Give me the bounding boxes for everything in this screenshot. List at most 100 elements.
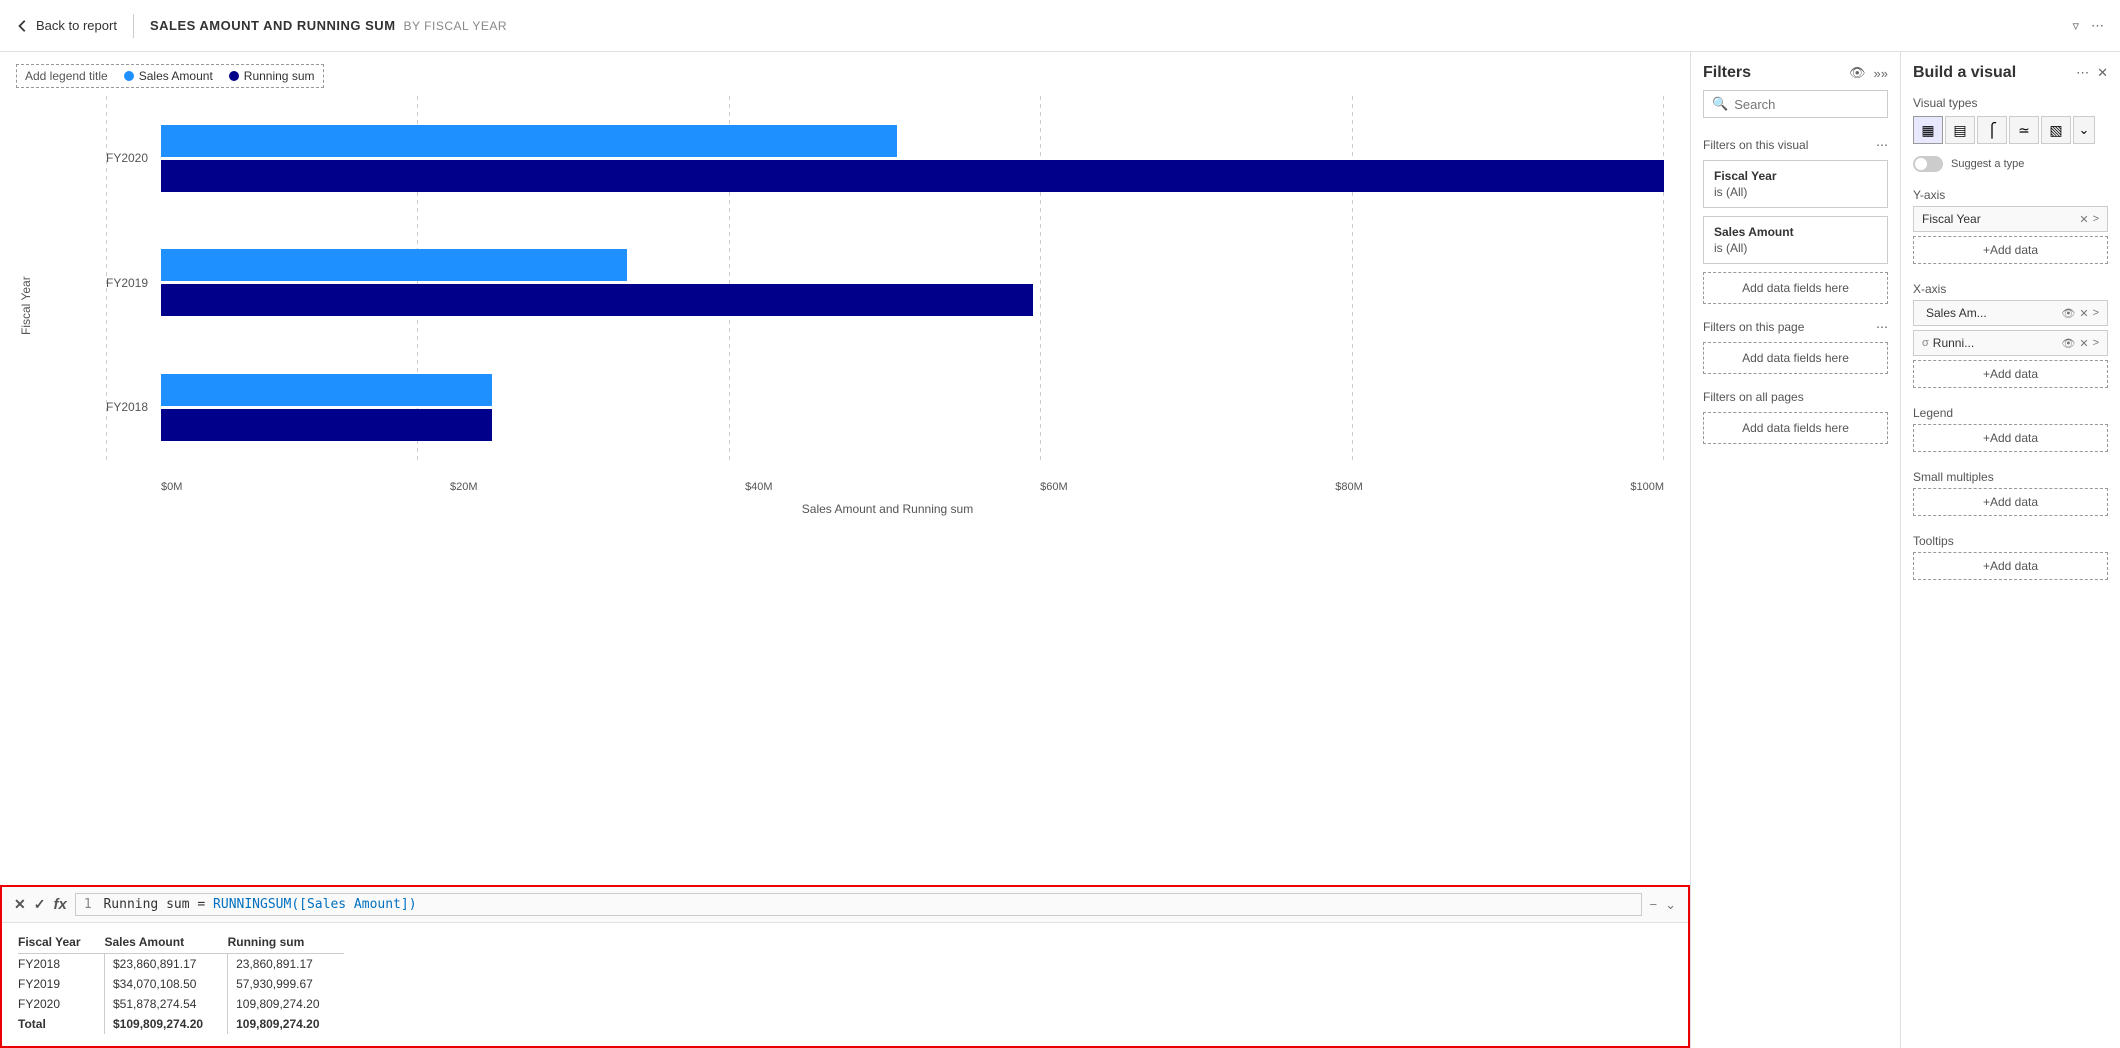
bar-group-fy2020: FY2020 bbox=[106, 103, 1664, 213]
field-expand-icon[interactable]: > bbox=[2093, 213, 2099, 226]
suggest-type-toggle[interactable] bbox=[1913, 156, 1943, 172]
small-multiples-label: Small multiples bbox=[1913, 470, 2108, 484]
y-axis-add-data-button[interactable]: +Add data bbox=[1913, 236, 2108, 264]
cell-running-fy2019: 57,930,999.67 bbox=[228, 974, 344, 994]
header-icons: ▿ ⋯ bbox=[2072, 18, 2104, 34]
x-axis-field-sales[interactable]: Sales Am... 👁 ✕ > bbox=[1913, 300, 2108, 326]
chart-area: Add legend title Sales Amount Running su… bbox=[0, 52, 1690, 1048]
expand-icon[interactable]: »» bbox=[1874, 66, 1888, 81]
x-axis-label: X-axis bbox=[1913, 282, 2108, 296]
filter-icon[interactable]: ▿ bbox=[2072, 18, 2079, 34]
confirm-formula-button[interactable]: ✓ bbox=[34, 896, 46, 913]
field-remove-icon-running[interactable]: ✕ bbox=[2079, 337, 2088, 350]
build-more-icon[interactable]: ⋯ bbox=[2076, 65, 2089, 81]
build-panel-header: Build a visual ⋯ ✕ bbox=[1901, 52, 2120, 90]
x-axis-add-data-button[interactable]: +Add data bbox=[1913, 360, 2108, 388]
filters-on-visual-more[interactable]: ⋯ bbox=[1876, 138, 1888, 152]
bar-group-fy2018: FY2018 bbox=[106, 352, 1664, 462]
filters-title: Filters bbox=[1703, 64, 1841, 82]
filter-card-sales-amount[interactable]: Sales Amount is (All) bbox=[1703, 216, 1888, 264]
visual-types-label: Visual types bbox=[1913, 96, 2108, 110]
cell-year-fy2020: FY2020 bbox=[18, 994, 105, 1014]
filter-value-fiscal-year: is (All) bbox=[1714, 185, 1877, 199]
bar-label-fy2020: FY2020 bbox=[106, 103, 161, 213]
filters-header: Filters 👁 »» bbox=[1691, 52, 1900, 90]
chart-inner: FY2020 FY2019 bbox=[36, 96, 1674, 516]
small-multiples-add-data-button[interactable]: +Add data bbox=[1913, 488, 2108, 516]
visual-type-combo[interactable]: ≃ bbox=[2009, 116, 2039, 144]
legend-add-data-button[interactable]: +Add data bbox=[1913, 424, 2108, 452]
add-all-filter-button[interactable]: Add data fields here bbox=[1703, 412, 1888, 444]
fx-icon: fx bbox=[53, 896, 66, 913]
build-panel: Build a visual ⋯ ✕ Visual types ▦ ▤ ⎧ ≃ … bbox=[1900, 52, 2120, 1048]
cell-sales-fy2020: $51,878,274.54 bbox=[105, 994, 228, 1014]
eye-icon[interactable]: 👁 bbox=[1849, 65, 1866, 81]
main-layout: Add legend title Sales Amount Running su… bbox=[0, 52, 2120, 1048]
legend-section-label: Legend bbox=[1913, 406, 2108, 420]
close-formula-button[interactable]: ✕ bbox=[14, 896, 26, 913]
chart-content: Add legend title Sales Amount Running su… bbox=[0, 52, 1690, 885]
formula-input[interactable]: 1 Running sum = RUNNINGSUM([Sales Amount… bbox=[75, 893, 1642, 916]
x-axis-field-running-name: Runni... bbox=[1933, 336, 2058, 350]
cell-running-fy2020: 109,809,274.20 bbox=[228, 994, 344, 1014]
cell-total-sales: $109,809,274.20 bbox=[105, 1014, 228, 1034]
formula-minimize-icon[interactable]: − bbox=[1650, 897, 1658, 912]
bar-running-fy2018 bbox=[161, 409, 492, 441]
field-expand-icon-running[interactable]: > bbox=[2093, 337, 2099, 350]
visual-type-bar-chart[interactable]: ▦ bbox=[1913, 116, 1943, 144]
cell-total-label: Total bbox=[18, 1014, 105, 1034]
field-eye-icon-sales[interactable]: 👁 bbox=[2061, 307, 2075, 320]
bar-sales-fy2018 bbox=[161, 374, 492, 406]
header-divider bbox=[133, 14, 134, 38]
search-box[interactable]: 🔍 bbox=[1703, 90, 1888, 118]
x-axis-field-running[interactable]: σ Runni... 👁 ✕ > bbox=[1913, 330, 2108, 356]
legend-section: Legend +Add data bbox=[1901, 400, 2120, 464]
bar-sales-fy2020 bbox=[161, 125, 897, 157]
add-visual-filter-button[interactable]: Add data fields here bbox=[1703, 272, 1888, 304]
add-page-filter-button[interactable]: Add data fields here bbox=[1703, 342, 1888, 374]
tooltips-add-data-button[interactable]: +Add data bbox=[1913, 552, 2108, 580]
bar-label-fy2019: FY2019 bbox=[106, 228, 161, 338]
search-input[interactable] bbox=[1734, 97, 1879, 112]
bars-fy2018 bbox=[161, 374, 1664, 441]
legend-dot-running bbox=[229, 71, 239, 81]
table-row: FY2020 $51,878,274.54 109,809,274.20 bbox=[18, 994, 344, 1014]
field-remove-icon[interactable]: ✕ bbox=[2079, 213, 2088, 226]
table-row: FY2018 $23,860,891.17 23,860,891.17 bbox=[18, 954, 344, 975]
y-axis-field-icons: ✕ > bbox=[2079, 213, 2099, 226]
x-tick-100: $100M bbox=[1630, 481, 1664, 493]
y-axis-label: Fiscal Year bbox=[16, 96, 36, 516]
chart-wrapper: Fiscal Year bbox=[16, 96, 1674, 516]
bars-fy2020 bbox=[161, 125, 1664, 192]
cell-year-fy2018: FY2018 bbox=[18, 954, 105, 975]
visual-type-column-chart[interactable]: ▤ bbox=[1945, 116, 1975, 144]
field-eye-icon-running[interactable]: 👁 bbox=[2061, 337, 2075, 350]
y-axis-field-fiscal-year[interactable]: Fiscal Year ✕ > bbox=[1913, 206, 2108, 232]
formula-expand-icon[interactable]: ⌄ bbox=[1665, 897, 1676, 913]
visual-types-grid: ▦ ▤ ⎧ ≃ ▧ ⌄ bbox=[1913, 116, 2108, 144]
build-close-icon[interactable]: ✕ bbox=[2097, 65, 2108, 81]
field-remove-icon-sales[interactable]: ✕ bbox=[2079, 307, 2088, 320]
visual-type-line-chart[interactable]: ⎧ bbox=[1977, 116, 2007, 144]
legend-dot-sales bbox=[124, 71, 134, 81]
filters-on-page-section: Filters on this page ⋯ bbox=[1691, 312, 1900, 338]
filters-on-visual-label: Filters on this visual bbox=[1703, 138, 1808, 152]
data-table: Fiscal Year Sales Amount Running sum FY2… bbox=[2, 923, 1688, 1046]
more-options-icon[interactable]: ⋯ bbox=[2091, 18, 2104, 34]
visual-type-more-button[interactable]: ⌄ bbox=[2073, 116, 2095, 144]
filter-card-fiscal-year[interactable]: Fiscal Year is (All) bbox=[1703, 160, 1888, 208]
col-header-sales: Sales Amount bbox=[105, 931, 228, 954]
x-tick-80: $80M bbox=[1335, 481, 1363, 493]
formula-content: Running sum = bbox=[103, 897, 213, 912]
formula-line-number: 1 bbox=[84, 897, 92, 912]
search-icon: 🔍 bbox=[1712, 96, 1728, 112]
sigma-running-icon: σ bbox=[1922, 337, 1929, 349]
legend: Add legend title Sales Amount Running su… bbox=[16, 64, 324, 88]
page-title: SALES AMOUNT AND RUNNING SUM bbox=[150, 18, 396, 33]
back-button[interactable]: Back to report bbox=[16, 18, 117, 33]
legend-title-label[interactable]: Add legend title bbox=[25, 69, 108, 83]
field-expand-icon-sales[interactable]: > bbox=[2093, 307, 2099, 320]
legend-label-running: Running sum bbox=[244, 69, 315, 83]
visual-type-table[interactable]: ▧ bbox=[2041, 116, 2071, 144]
filters-on-page-more[interactable]: ⋯ bbox=[1876, 320, 1888, 334]
